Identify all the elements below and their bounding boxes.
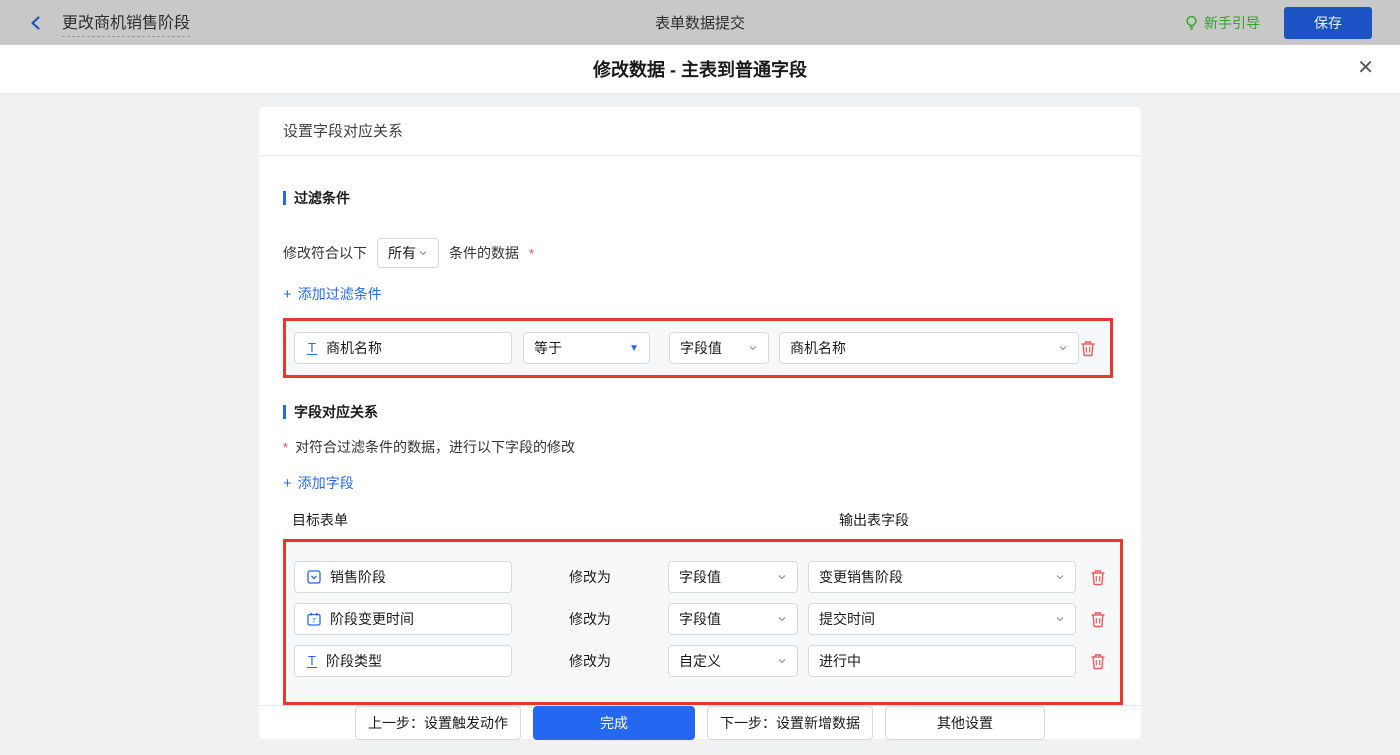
card-header: 设置字段对应关系 bbox=[259, 107, 1141, 156]
chevron-down-icon bbox=[777, 614, 787, 624]
match-condition-row: 修改符合以下 所有 条件的数据 * bbox=[283, 238, 1117, 268]
chevron-down-icon bbox=[1058, 343, 1068, 353]
settings-card: 设置字段对应关系 过滤条件 修改符合以下 所有 条件的数据 * + 添加过滤条件 bbox=[259, 107, 1141, 739]
mapping-section-title: 字段对应关系 bbox=[283, 402, 1117, 422]
filter-condition-highlight-box: T 商机名称 等于 ▼ 字段值 商机名称 bbox=[283, 318, 1113, 378]
target-field-input[interactable]: 销售阶段 bbox=[294, 561, 512, 593]
column-header-output-fields: 输出表字段 bbox=[839, 510, 909, 530]
filter-condition-row: T 商机名称 等于 ▼ 字段值 商机名称 bbox=[294, 332, 1102, 364]
mapping-description: * 对符合过滤条件的数据，进行以下字段的修改 bbox=[283, 437, 1117, 457]
match-mode-select[interactable]: 所有 bbox=[377, 238, 439, 268]
chevron-down-icon bbox=[777, 656, 787, 666]
filter-section-title: 过滤条件 bbox=[283, 188, 1117, 208]
other-settings-button[interactable]: 其他设置 bbox=[885, 706, 1045, 740]
section-marker bbox=[283, 405, 286, 419]
beginner-guide-link[interactable]: 新手引导 bbox=[1184, 13, 1260, 33]
chevron-down-icon bbox=[1055, 572, 1065, 582]
match-suffix: 条件的数据 bbox=[449, 243, 519, 263]
text-field-icon: T bbox=[307, 655, 317, 668]
date-field-icon: 7 bbox=[307, 612, 321, 626]
chevron-down-icon bbox=[418, 248, 428, 258]
modal-header: 修改数据 - 主表到普通字段 ✕ bbox=[0, 45, 1400, 94]
mapping-row: T 阶段类型 修改为 自定义 bbox=[294, 645, 1112, 677]
trash-icon bbox=[1090, 653, 1106, 670]
chevron-down-icon bbox=[748, 343, 758, 353]
text-field-icon: T bbox=[307, 342, 317, 355]
modal-content: 设置字段对应关系 过滤条件 修改符合以下 所有 条件的数据 * + 添加过滤条件 bbox=[0, 94, 1400, 755]
trash-icon bbox=[1090, 611, 1106, 628]
select-field-icon bbox=[307, 570, 321, 584]
condition-value-type-select[interactable]: 字段值 bbox=[669, 332, 769, 364]
section-marker bbox=[283, 191, 286, 205]
add-field-link[interactable]: + 添加字段 bbox=[283, 473, 354, 493]
value-type-select[interactable]: 字段值 bbox=[668, 603, 798, 635]
delete-row-button[interactable] bbox=[1090, 611, 1106, 628]
field-mapping-highlight-box: 销售阶段 修改为 字段值 变更销售阶段 bbox=[283, 539, 1123, 705]
beginner-guide-label: 新手引导 bbox=[1204, 13, 1260, 33]
mapping-row: 7 阶段变更时间 修改为 字段值 提交时间 bbox=[294, 603, 1112, 635]
plus-icon: + bbox=[283, 475, 292, 492]
chevron-down-icon bbox=[1055, 614, 1065, 624]
output-field-select[interactable]: 变更销售阶段 bbox=[808, 561, 1076, 593]
add-filter-condition-link[interactable]: + 添加过滤条件 bbox=[283, 284, 382, 304]
chevron-down-icon bbox=[777, 572, 787, 582]
next-step-button[interactable]: 下一步：设置新增数据 bbox=[707, 706, 873, 740]
output-field-select[interactable]: 提交时间 bbox=[808, 603, 1076, 635]
trash-icon bbox=[1080, 340, 1096, 357]
required-asterisk: * bbox=[283, 440, 288, 455]
lightbulb-icon bbox=[1184, 15, 1199, 31]
delete-row-button[interactable] bbox=[1090, 653, 1106, 670]
modal-title: 修改数据 - 主表到普通字段 bbox=[593, 56, 807, 82]
delete-row-button[interactable] bbox=[1090, 569, 1106, 586]
value-type-select[interactable]: 自定义 bbox=[668, 645, 798, 677]
modify-to-label: 修改为 bbox=[512, 567, 668, 587]
required-asterisk: * bbox=[529, 246, 534, 261]
value-type-select[interactable]: 字段值 bbox=[668, 561, 798, 593]
modify-to-label: 修改为 bbox=[512, 651, 668, 671]
plus-icon: + bbox=[283, 286, 292, 303]
save-button[interactable]: 保存 bbox=[1284, 7, 1372, 39]
condition-field-input[interactable]: T 商机名称 bbox=[294, 332, 512, 364]
custom-value-input[interactable] bbox=[808, 645, 1076, 677]
close-icon[interactable]: ✕ bbox=[1357, 58, 1374, 78]
modify-to-label: 修改为 bbox=[512, 609, 668, 629]
mapping-row: 销售阶段 修改为 字段值 变更销售阶段 bbox=[294, 561, 1112, 593]
back-icon[interactable] bbox=[28, 14, 46, 32]
prev-step-button[interactable]: 上一步：设置触发动作 bbox=[355, 706, 521, 740]
match-prefix: 修改符合以下 bbox=[283, 243, 367, 263]
svg-text:7: 7 bbox=[312, 618, 316, 625]
caret-down-icon: ▼ bbox=[629, 343, 639, 354]
delete-condition-button[interactable] bbox=[1080, 340, 1096, 357]
target-field-input[interactable]: T 阶段类型 bbox=[294, 645, 512, 677]
condition-operator-select[interactable]: 等于 ▼ bbox=[523, 332, 650, 364]
condition-value-select[interactable]: 商机名称 bbox=[779, 332, 1079, 364]
mapping-column-headers: 目标表单 输出表字段 bbox=[283, 510, 1117, 524]
column-header-target-form: 目标表单 bbox=[292, 510, 348, 530]
done-button[interactable]: 完成 bbox=[533, 706, 695, 740]
target-field-input[interactable]: 7 阶段变更时间 bbox=[294, 603, 512, 635]
topbar: 表单数据提交 更改商机销售阶段 新手引导 保存 bbox=[0, 0, 1400, 45]
wizard-footer: 上一步：设置触发动作 完成 下一步：设置新增数据 其他设置 bbox=[259, 705, 1141, 740]
trash-icon bbox=[1090, 569, 1106, 586]
flow-title[interactable]: 更改商机销售阶段 bbox=[62, 9, 190, 37]
